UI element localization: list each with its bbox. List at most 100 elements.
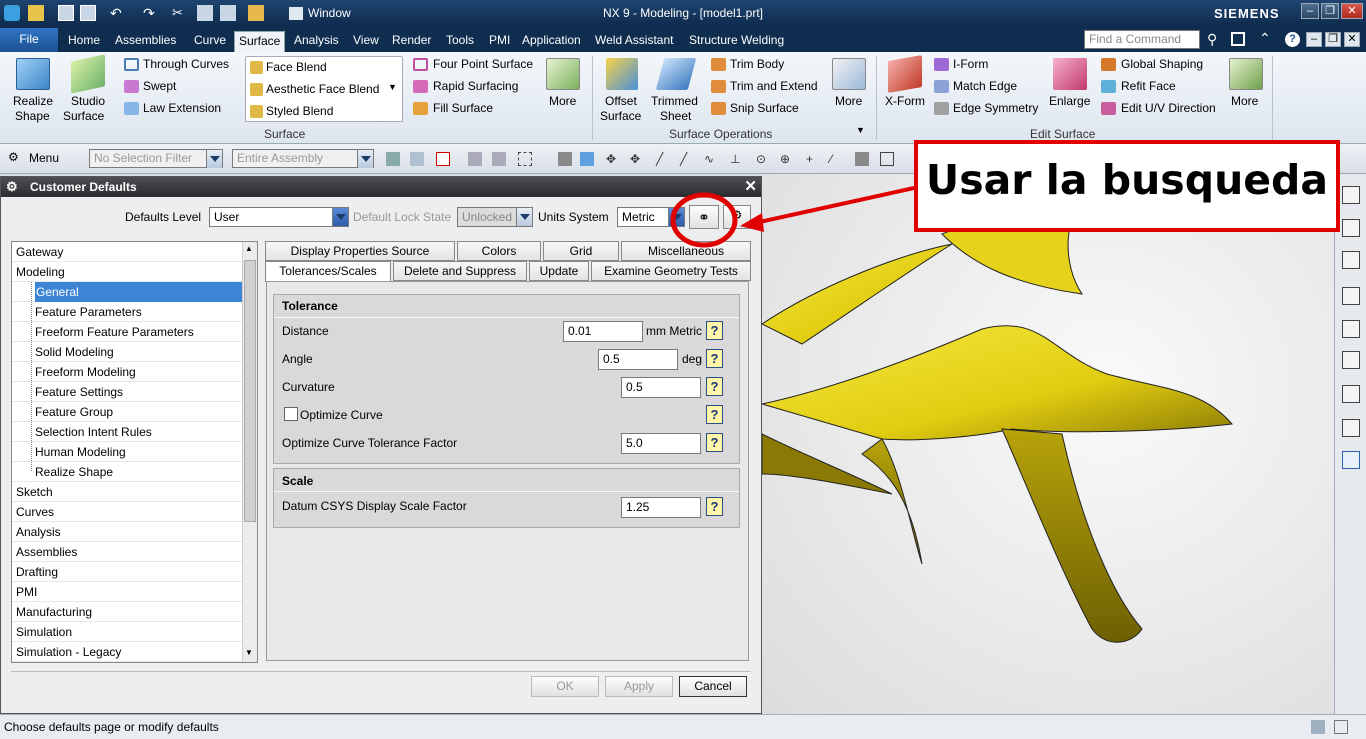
optimize-curve-help-icon[interactable]: ? bbox=[706, 405, 723, 424]
group-options-icon[interactable]: ▼ bbox=[856, 125, 865, 135]
tab-pmi[interactable]: PMI bbox=[489, 31, 510, 52]
roles-icon[interactable] bbox=[1342, 451, 1360, 469]
doc-minimize-button[interactable]: – bbox=[1306, 32, 1322, 47]
offset-surface-label-2[interactable]: Surface bbox=[600, 109, 641, 123]
trim-and-extend-button[interactable]: Trim and Extend bbox=[730, 79, 818, 93]
intersection-icon[interactable]: + bbox=[806, 152, 820, 166]
tree-item-simulation-legacy[interactable]: Simulation - Legacy bbox=[12, 642, 242, 662]
point-on-curve-icon[interactable]: ⁄ bbox=[830, 152, 844, 166]
tab-tolerances-scales[interactable]: Tolerances/Scales bbox=[265, 261, 391, 282]
solid-body-icon[interactable] bbox=[558, 152, 572, 166]
minimize-button[interactable]: – bbox=[1301, 3, 1319, 19]
units-system-select[interactable]: Metric bbox=[617, 207, 685, 227]
more-surface-button[interactable]: More bbox=[549, 94, 576, 108]
angle-help-icon[interactable]: ? bbox=[706, 349, 723, 368]
refit-face-button[interactable]: Refit Face bbox=[1121, 79, 1176, 93]
cancel-button[interactable]: Cancel bbox=[679, 676, 747, 697]
tab-analysis[interactable]: Analysis bbox=[294, 31, 339, 52]
doc-restore-button[interactable]: ❐ bbox=[1325, 32, 1341, 47]
help-icon[interactable]: ? bbox=[1285, 32, 1300, 47]
distance-input[interactable]: 0.01 bbox=[563, 321, 643, 342]
quadrant-icon[interactable]: ⊕ bbox=[780, 152, 794, 166]
trimmed-sheet-label[interactable]: Trimmed bbox=[651, 94, 698, 108]
line-icon[interactable]: ╱ bbox=[680, 152, 694, 166]
tab-application[interactable]: Application bbox=[522, 31, 581, 52]
defaults-tree[interactable]: Gateway Modeling General Feature Paramet… bbox=[11, 241, 258, 663]
restore-button[interactable]: ❐ bbox=[1321, 3, 1339, 19]
doc-close-button[interactable]: ✕ bbox=[1344, 32, 1360, 47]
optimize-curve-checkbox[interactable] bbox=[284, 407, 298, 421]
snap-icon[interactable] bbox=[410, 152, 424, 166]
tree-item-feature-parameters[interactable]: Feature Parameters bbox=[12, 302, 242, 322]
tab-weld-assistant[interactable]: Weld Assistant bbox=[595, 31, 673, 52]
close-icon[interactable]: ✕ bbox=[744, 177, 757, 197]
tree-item-feature-settings[interactable]: Feature Settings bbox=[12, 382, 242, 402]
general-selection-icon[interactable] bbox=[386, 152, 400, 166]
tab-curve[interactable]: Curve bbox=[194, 31, 226, 52]
selection-filter-select[interactable]: No Selection Filter bbox=[89, 149, 223, 168]
selection-scope-icon[interactable] bbox=[436, 152, 450, 166]
curvature-help-icon[interactable]: ? bbox=[706, 377, 723, 396]
fill-surface-button[interactable]: Fill Surface bbox=[433, 101, 493, 115]
tree-item-freeform-modeling[interactable]: Freeform Modeling bbox=[12, 362, 242, 382]
system-materials-icon[interactable] bbox=[1342, 419, 1360, 437]
curve-icon[interactable]: ∿ bbox=[704, 152, 718, 166]
menu-button[interactable]: Menu bbox=[29, 151, 59, 165]
tree-item-modeling[interactable]: Modeling bbox=[12, 262, 242, 282]
tree-item-simulation[interactable]: Simulation bbox=[12, 622, 242, 642]
optimize-factor-help-icon[interactable]: ? bbox=[706, 433, 723, 452]
enlarge-button[interactable]: Enlarge bbox=[1049, 94, 1090, 108]
angle-input[interactable]: 0.5 bbox=[598, 349, 678, 370]
center-point-icon[interactable]: ⊙ bbox=[756, 152, 770, 166]
tree-item-selection-intent-rules[interactable]: Selection Intent Rules bbox=[12, 422, 242, 442]
through-curves-button[interactable]: Through Curves bbox=[143, 57, 229, 71]
search-icon[interactable]: ⚲ bbox=[1207, 31, 1217, 48]
tree-item-assemblies[interactable]: Assemblies bbox=[12, 542, 242, 562]
defaults-level-select[interactable]: User bbox=[209, 207, 349, 227]
rotate-icon[interactable]: ✥ bbox=[630, 152, 644, 166]
realize-shape-label[interactable]: Realize bbox=[13, 94, 53, 108]
tree-item-drafting[interactable]: Drafting bbox=[12, 562, 242, 582]
assembly-navigator-icon[interactable] bbox=[1342, 186, 1360, 204]
close-window-button[interactable]: ✕ bbox=[1341, 3, 1363, 19]
edit-uv-direction-button[interactable]: Edit U/V Direction bbox=[1121, 101, 1216, 115]
realize-shape-label-2[interactable]: Shape bbox=[15, 109, 50, 123]
tree-item-solid-modeling[interactable]: Solid Modeling bbox=[12, 342, 242, 362]
styled-blend-button[interactable]: Styled Blend bbox=[266, 104, 333, 118]
web-browser-icon[interactable] bbox=[1342, 351, 1360, 369]
graphics-viewport[interactable] bbox=[761, 174, 1334, 714]
x-form-button[interactable]: X-Form bbox=[885, 94, 925, 108]
tab-update[interactable]: Update bbox=[529, 261, 589, 281]
edge-symmetry-button[interactable]: Edge Symmetry bbox=[953, 101, 1038, 115]
more-edit-button[interactable]: More bbox=[1231, 94, 1258, 108]
tab-assemblies[interactable]: Assemblies bbox=[115, 31, 176, 52]
tab-view[interactable]: View bbox=[353, 31, 379, 52]
tab-surface[interactable]: Surface bbox=[234, 31, 286, 52]
hd3d-tools-icon[interactable] bbox=[1342, 320, 1360, 338]
tree-item-freeform-feature-parameters[interactable]: Freeform Feature Parameters bbox=[12, 322, 242, 342]
fullscreen-icon[interactable] bbox=[1231, 32, 1245, 46]
face-blend-button[interactable]: Face Blend bbox=[266, 60, 327, 74]
tree-item-sketch[interactable]: Sketch bbox=[12, 482, 242, 502]
history-icon[interactable] bbox=[1342, 385, 1360, 403]
part-navigator-icon[interactable] bbox=[1342, 251, 1360, 269]
studio-surface-label-2[interactable]: Surface bbox=[63, 109, 104, 123]
match-edge-button[interactable]: Match Edge bbox=[953, 79, 1017, 93]
curve-rule-icon[interactable] bbox=[492, 152, 506, 166]
tab-file[interactable]: File bbox=[0, 28, 58, 52]
snip-surface-button[interactable]: Snip Surface bbox=[730, 101, 799, 115]
find-default-button[interactable]: ⚭ bbox=[689, 205, 719, 229]
tree-item-analysis[interactable]: Analysis bbox=[12, 522, 242, 542]
scroll-thumb[interactable] bbox=[244, 260, 256, 522]
scope-select[interactable]: Entire Assembly bbox=[232, 149, 374, 168]
scroll-up-icon[interactable]: ▲ bbox=[245, 244, 253, 253]
tab-grid[interactable]: Grid bbox=[543, 241, 619, 261]
tree-item-manufacturing[interactable]: Manufacturing bbox=[12, 602, 242, 622]
rapid-surfacing-button[interactable]: Rapid Surfacing bbox=[433, 79, 518, 93]
tree-item-feature-group[interactable]: Feature Group bbox=[12, 402, 242, 422]
curvature-input[interactable]: 0.5 bbox=[621, 377, 701, 398]
optimize-factor-input[interactable]: 5.0 bbox=[621, 433, 701, 454]
apply-button[interactable]: Apply bbox=[605, 676, 673, 697]
tree-item-realize-shape[interactable]: Realize Shape bbox=[12, 462, 242, 482]
law-extension-button[interactable]: Law Extension bbox=[143, 101, 221, 115]
